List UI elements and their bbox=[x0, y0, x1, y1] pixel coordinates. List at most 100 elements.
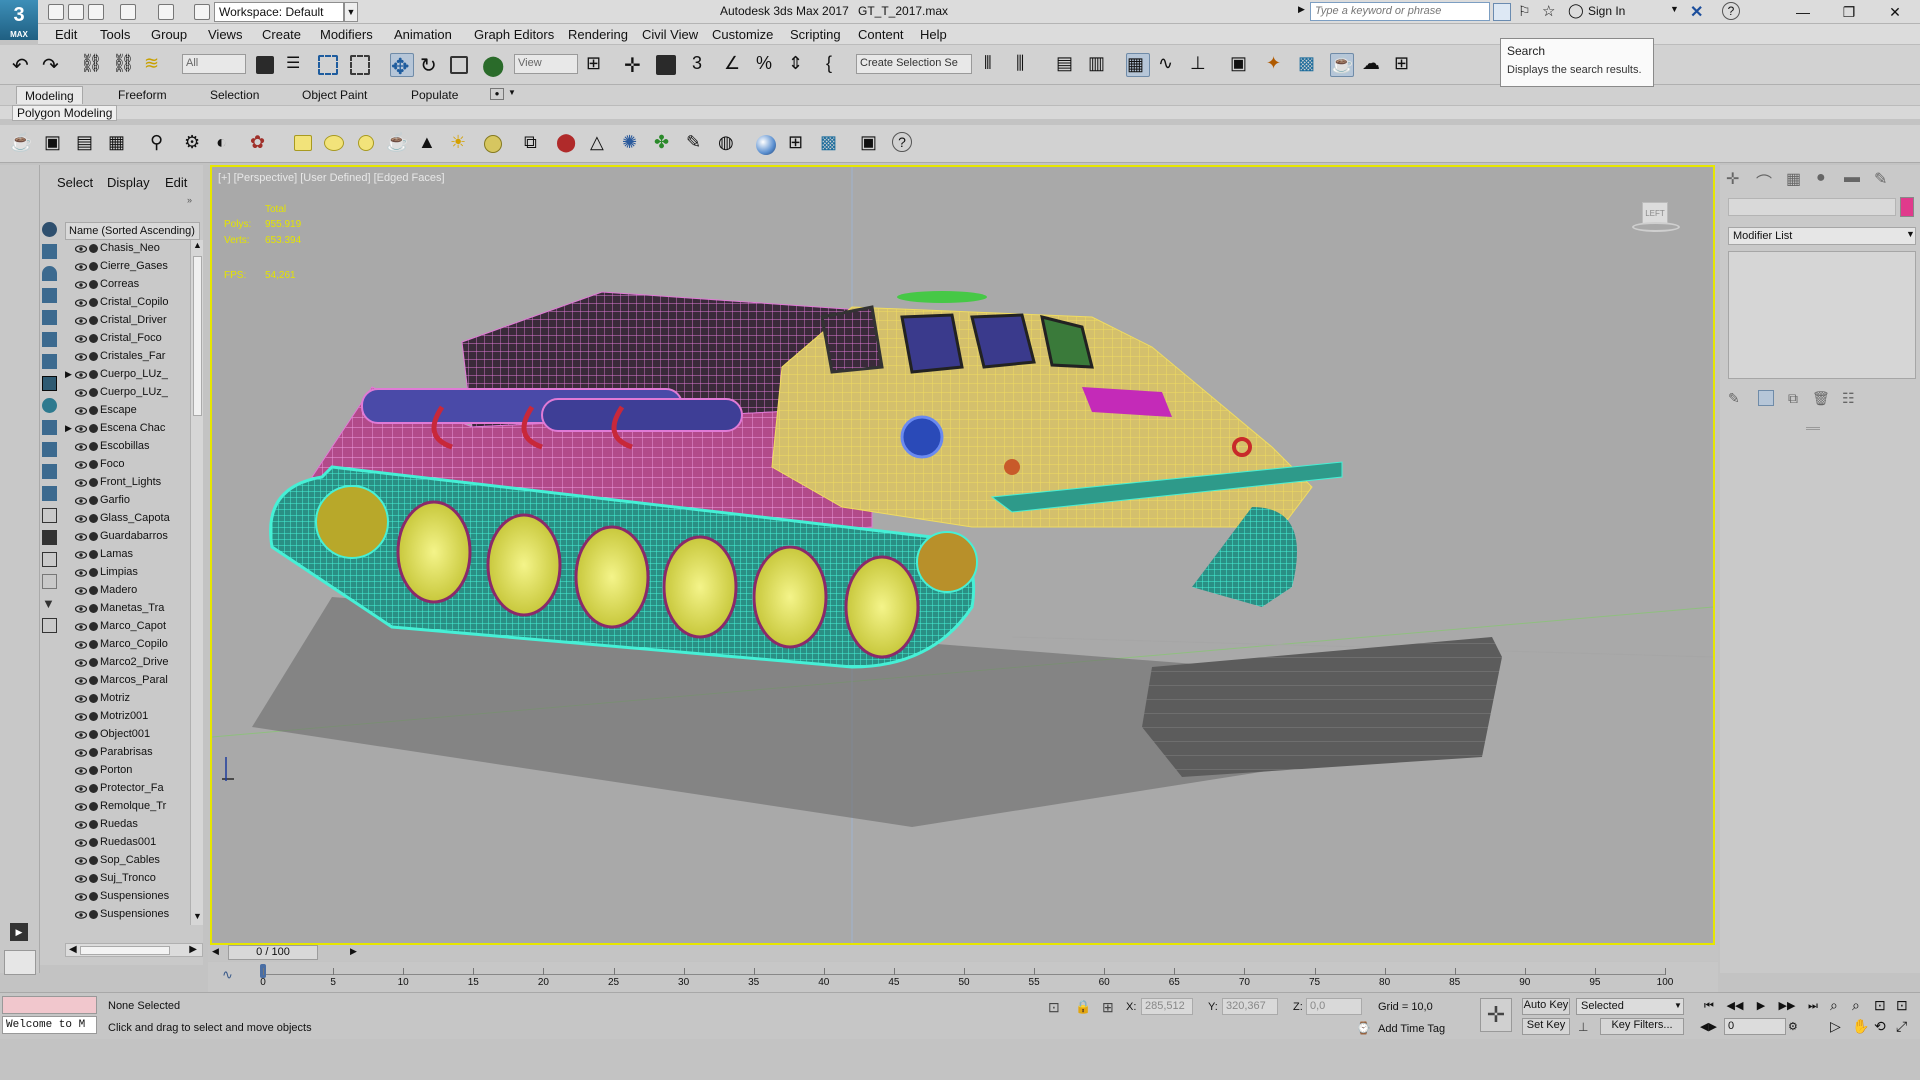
visibility-eye-icon[interactable] bbox=[74, 459, 88, 471]
favorites-star-icon[interactable]: ☆ bbox=[1542, 2, 1558, 20]
visibility-eye-icon[interactable] bbox=[74, 297, 88, 309]
menu-animation[interactable]: Animation bbox=[394, 27, 452, 42]
list-item[interactable]: Protector_Fa bbox=[65, 780, 190, 798]
tab-object-paint[interactable]: Object Paint bbox=[294, 86, 375, 104]
visibility-eye-icon[interactable] bbox=[74, 747, 88, 759]
geometry-filter-icon[interactable] bbox=[42, 244, 57, 259]
network-icon[interactable]: ⊞ bbox=[788, 132, 812, 156]
open-file-icon[interactable] bbox=[68, 4, 84, 20]
list-vertical-scrollbar[interactable]: ▲ ▼ bbox=[190, 240, 203, 925]
window-crossing-icon[interactable] bbox=[350, 55, 370, 75]
render-effects-icon[interactable]: ✿ bbox=[250, 132, 274, 156]
list-item[interactable]: Parabrisas bbox=[65, 744, 190, 762]
display-tab-icon[interactable]: ▬ bbox=[1844, 169, 1860, 187]
maxscript-listener-input[interactable]: Welcome to M bbox=[2, 1016, 97, 1034]
visibility-eye-icon[interactable] bbox=[74, 603, 88, 615]
tab-selection[interactable]: Selection bbox=[202, 86, 267, 104]
select-and-link-icon[interactable]: ⛓ bbox=[80, 53, 104, 77]
visibility-eye-icon[interactable] bbox=[74, 333, 88, 345]
align-icon[interactable]: ⫼ bbox=[1016, 53, 1040, 77]
ribbon-options-icon[interactable]: ● bbox=[490, 88, 504, 100]
pan-view-icon[interactable]: ✋ bbox=[1852, 1018, 1869, 1035]
box-primitive-icon[interactable] bbox=[294, 135, 312, 151]
select-and-move-icon[interactable]: ✥ bbox=[390, 53, 414, 79]
tab-populate[interactable]: Populate bbox=[403, 86, 466, 104]
scroll-left-arrow-icon[interactable]: ◀ bbox=[69, 944, 77, 955]
time-slider-next-icon[interactable]: ▶ bbox=[350, 946, 357, 957]
list-item[interactable]: Ruedas bbox=[65, 816, 190, 834]
undo-icon[interactable]: ↶ bbox=[12, 53, 36, 77]
list-item[interactable]: Suspensiones bbox=[65, 906, 190, 924]
selection-filter-dropdown[interactable]: All bbox=[182, 54, 246, 74]
visibility-eye-icon[interactable] bbox=[74, 261, 88, 273]
modifier-list-dropdown[interactable]: Modifier List bbox=[1728, 227, 1916, 245]
visibility-eye-icon[interactable] bbox=[74, 405, 88, 417]
visibility-eye-icon[interactable] bbox=[74, 711, 88, 723]
menu-help[interactable]: Help bbox=[920, 27, 947, 42]
select-and-rotate-icon[interactable]: ↻ bbox=[420, 53, 444, 77]
scroll-thumb[interactable] bbox=[193, 256, 202, 416]
edit-named-selection-icon[interactable]: { bbox=[826, 53, 850, 77]
time-tag-icon[interactable]: ⌚ bbox=[1356, 1021, 1371, 1035]
select-and-scale-icon[interactable] bbox=[450, 56, 468, 74]
visibility-eye-icon[interactable] bbox=[74, 873, 88, 885]
globe-icon[interactable]: ✺ bbox=[622, 132, 646, 156]
percent-snap-icon[interactable]: % bbox=[756, 53, 780, 77]
environment-icon[interactable]: ◐ bbox=[216, 132, 240, 156]
menu-scripting[interactable]: Scripting bbox=[790, 27, 841, 42]
track-bar[interactable]: ∿ 0 5 10 15 20 25 30 35 40 45 50 55 60 65 70 75 80 85 90 95… bbox=[208, 962, 1718, 992]
redo-icon[interactable]: ↷ bbox=[42, 53, 66, 77]
object-name-field[interactable] bbox=[1728, 198, 1896, 216]
workspace-dropdown-arrow[interactable]: ▼ bbox=[344, 2, 358, 22]
menu-tools[interactable]: Tools bbox=[100, 27, 130, 42]
list-column-header[interactable]: Name (Sorted Ascending) bbox=[65, 222, 200, 240]
omni-light-icon[interactable] bbox=[484, 135, 502, 153]
current-frame-field[interactable]: 0 bbox=[1724, 1018, 1786, 1035]
help-icon[interactable]: ? bbox=[1722, 2, 1740, 20]
panel-divider[interactable] bbox=[1806, 427, 1820, 430]
modify-tab-icon[interactable]: ⌒ bbox=[1756, 169, 1772, 193]
light-filter-icon[interactable] bbox=[42, 288, 57, 303]
key-mode-toggle-icon[interactable]: ◀▶ bbox=[1700, 1020, 1717, 1033]
layer-manager-icon[interactable]: ▤ bbox=[76, 132, 100, 156]
menu-graph-editors[interactable]: Graph Editors bbox=[474, 27, 554, 42]
list-item[interactable]: Tapa_Cierre_ bbox=[65, 924, 190, 925]
rendered-frame-window-icon[interactable]: ▩ bbox=[1298, 53, 1322, 77]
list-item[interactable]: Limpias bbox=[65, 564, 190, 582]
tank-model-wireframe[interactable] bbox=[212, 167, 1713, 943]
perspective-viewport[interactable]: [+] [Perspective] [User Defined] [Edged … bbox=[210, 165, 1715, 945]
mirror-icon[interactable]: ⫴ bbox=[984, 53, 1008, 77]
list-item[interactable]: Manetas_Tra bbox=[65, 600, 190, 618]
expand-arrow-icon[interactable]: ▶ bbox=[65, 369, 72, 380]
tab-select[interactable]: Select bbox=[57, 175, 93, 190]
visibility-eye-icon[interactable] bbox=[74, 657, 88, 669]
bone-filter-icon[interactable] bbox=[42, 420, 57, 435]
menu-rendering[interactable]: Rendering bbox=[568, 27, 628, 42]
list-item[interactable]: Guardabarros bbox=[65, 528, 190, 546]
list-item[interactable]: Escape bbox=[65, 402, 190, 420]
pyramid-icon[interactable]: △ bbox=[590, 132, 614, 156]
configure-sets-icon[interactable]: ☷ bbox=[1842, 390, 1855, 407]
communication-center-icon[interactable]: ⚐ bbox=[1518, 3, 1534, 19]
all-filter-icon[interactable] bbox=[42, 508, 57, 523]
sign-in-dropdown-icon[interactable]: ▼ bbox=[1670, 4, 1679, 14]
camera-filter-icon[interactable] bbox=[42, 310, 57, 325]
workspace-selector[interactable]: Workspace: Default bbox=[214, 2, 344, 22]
viewport-thumbnail-icon[interactable] bbox=[4, 950, 36, 975]
list-item[interactable]: Escobillas bbox=[65, 438, 190, 456]
list-item[interactable]: Sop_Cables bbox=[65, 852, 190, 870]
menu-edit[interactable]: Edit bbox=[55, 27, 77, 42]
new-file-icon[interactable] bbox=[48, 4, 64, 20]
select-object-icon[interactable] bbox=[256, 56, 274, 74]
list-item[interactable]: Garfio bbox=[65, 492, 190, 510]
maxscript-listener-icon[interactable]: ▶ bbox=[10, 923, 28, 941]
frozen-filter-icon[interactable] bbox=[42, 464, 57, 479]
space-warp-filter-icon[interactable] bbox=[42, 354, 57, 369]
render-frame-icon[interactable]: ▣ bbox=[860, 132, 884, 156]
scroll-down-arrow-icon[interactable]: ▼ bbox=[193, 911, 202, 921]
list-item[interactable]: Suspensiones bbox=[65, 888, 190, 906]
list-item[interactable]: Madero bbox=[65, 582, 190, 600]
sign-in-link[interactable]: Sign In bbox=[1588, 4, 1625, 18]
spinner-snap-icon[interactable]: ⇕ bbox=[788, 53, 812, 77]
y-coord-field[interactable]: 320,367 bbox=[1222, 998, 1278, 1015]
